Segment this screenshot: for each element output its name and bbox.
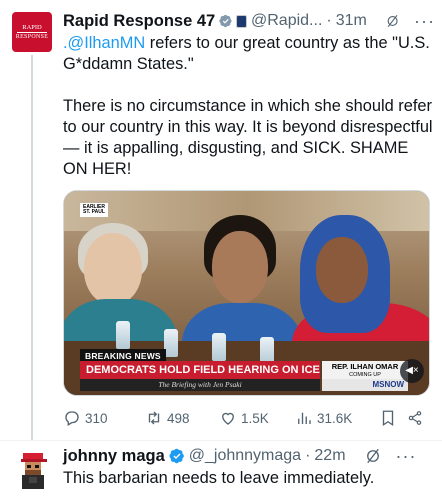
network-logo: MSNOW	[322, 379, 408, 391]
more-options-icon[interactable]: ···	[414, 11, 435, 32]
like-icon	[222, 412, 234, 425]
rapid-response-logo: RAPID RESPONSE	[12, 12, 52, 52]
bookmark-icon	[382, 410, 394, 427]
location-bug: EARLIER ST. PAUL	[80, 203, 108, 217]
share-icon	[408, 411, 422, 425]
reply-body: johnny maga @_johnnymaga · 22m ··· This …	[63, 445, 435, 489]
water-bottle	[116, 321, 130, 349]
reply-tweet[interactable]: johnny maga @_johnnymaga · 22m ··· This …	[0, 441, 442, 500]
grok-icon[interactable]	[364, 447, 382, 465]
reply-header: johnny maga @_johnnymaga · 22m ···	[63, 445, 417, 467]
tweet-body: Rapid Response 47 @Rapid... · 31m ··· .@…	[63, 10, 435, 180]
repost-icon	[148, 411, 160, 425]
chyron-headline: DEMOCRATS HOLD FIELD HEARING ON ICE ABUS…	[80, 361, 368, 379]
tweet-text: .@IlhanMN refers to our great country as…	[63, 34, 433, 178]
bookmark-button[interactable]	[379, 409, 407, 427]
like-button[interactable]: 1.5K	[219, 409, 295, 427]
show-name: The Briefing with Jen Psaki	[80, 379, 320, 391]
mute-icon[interactable]: ◀×	[400, 359, 424, 383]
video-player[interactable]: EARLIER ST. PAUL BREAKING NEWS DEMOCRATS…	[63, 190, 430, 396]
verified-icon	[169, 448, 184, 464]
thread-line	[31, 55, 33, 440]
tweet-time[interactable]: 31m	[336, 12, 367, 30]
share-button[interactable]	[407, 409, 427, 427]
reply-author-name[interactable]: johnny maga	[63, 447, 165, 466]
affiliate-badge-icon	[235, 14, 247, 28]
views-icon	[298, 412, 311, 424]
views-button[interactable]: 31.6K	[295, 409, 379, 427]
reply-author-handle[interactable]: @_johnnymaga	[189, 447, 301, 465]
reply-icon	[65, 411, 79, 426]
more-options-icon[interactable]: ···	[396, 446, 417, 467]
reply-text: This barbarian needs to leave immediatel…	[63, 469, 375, 487]
nameplate: REP. ILHAN OMAR COMING UP	[322, 361, 408, 379]
reply-button[interactable]: 310	[63, 409, 145, 427]
tweet-actions: 310 498 1.5K 31.6K	[63, 407, 435, 429]
mention-link[interactable]: .@IlhanMN	[63, 34, 145, 52]
reply-time[interactable]: 22m	[314, 447, 345, 465]
verified-icon	[219, 14, 232, 28]
tweet-header: Rapid Response 47 @Rapid... · 31m ···	[63, 10, 436, 32]
water-bottle	[164, 329, 178, 357]
water-bottle	[212, 333, 226, 361]
tweet[interactable]: RAPID RESPONSE Rapid Response 47 @Rapid.…	[0, 0, 442, 440]
author-name[interactable]: Rapid Response 47	[63, 12, 215, 31]
repost-button[interactable]: 498	[145, 409, 219, 427]
pixel-avatar[interactable]	[14, 451, 52, 491]
author-handle[interactable]: @Rapid...	[251, 12, 322, 30]
grok-icon[interactable]	[385, 12, 400, 30]
author-avatar[interactable]: RAPID RESPONSE	[12, 12, 54, 52]
